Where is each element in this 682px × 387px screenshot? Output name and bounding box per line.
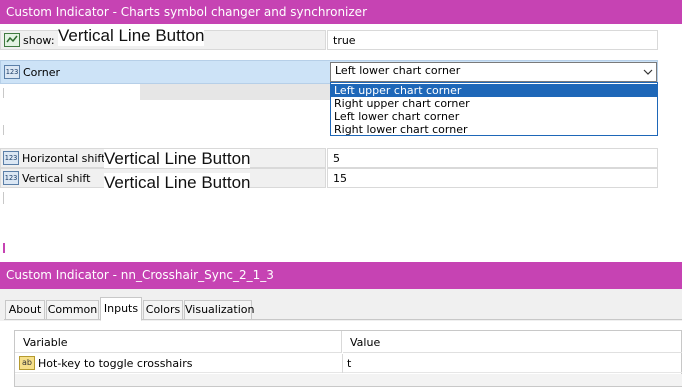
- integer-icon: 123: [4, 65, 20, 79]
- column-divider: [342, 354, 343, 373]
- corner-select-value: Left lower chart corner: [335, 64, 461, 77]
- dropdown-option[interactable]: Left lower chart corner: [331, 110, 657, 123]
- overlay-caption: Vertical Line Button: [58, 26, 205, 46]
- tab-colors[interactable]: Colors: [143, 300, 183, 320]
- accent-marker: [3, 243, 5, 253]
- window-title-bar[interactable]: Custom Indicator - Charts symbol changer…: [0, 0, 682, 24]
- row-value[interactable]: t: [347, 357, 351, 370]
- overlay-caption: Vertical Line Button: [104, 149, 251, 169]
- column-header-value[interactable]: [343, 331, 682, 353]
- dropdown-option[interactable]: Right lower chart corner: [331, 123, 657, 136]
- integer-icon: 123: [3, 171, 19, 185]
- overlay-caption: Vertical Line Button: [104, 173, 251, 193]
- row-variable: Hot-key to toggle crosshairs: [38, 357, 193, 370]
- tab-common[interactable]: Common: [46, 300, 99, 320]
- corner-dropdown-list[interactable]: Left upper chart corner Right upper char…: [330, 82, 658, 136]
- property-value-text: true: [333, 34, 356, 47]
- window-title: Custom Indicator - Charts symbol changer…: [6, 5, 367, 19]
- grid-line: [3, 88, 4, 98]
- property-value-text: 5: [333, 152, 340, 165]
- chevron-down-icon[interactable]: [642, 66, 654, 78]
- column-header-label: Variable: [23, 336, 68, 349]
- corner-select[interactable]: Left lower chart corner: [330, 62, 657, 82]
- property-label: Vertical shift: [22, 172, 91, 185]
- grid-line: [3, 125, 4, 135]
- window-title-bar[interactable]: Custom Indicator - nn_Crosshair_Sync_2_1…: [0, 262, 682, 289]
- integer-icon: 123: [3, 151, 19, 165]
- tab-about[interactable]: About: [5, 300, 45, 320]
- grid-line: [3, 192, 4, 204]
- property-value-hshift[interactable]: [327, 148, 658, 168]
- property-value-text: 15: [333, 172, 347, 185]
- property-value-show[interactable]: [327, 30, 658, 50]
- tab-visualization[interactable]: Visualization: [184, 300, 254, 320]
- scrollbar[interactable]: [15, 374, 682, 386]
- property-label: show:: [23, 34, 55, 47]
- property-label: Corner: [23, 66, 61, 79]
- boolean-icon: [4, 33, 20, 47]
- string-icon: ab: [19, 356, 35, 370]
- column-header-label: Value: [350, 336, 381, 349]
- dropdown-option[interactable]: Right upper chart corner: [331, 97, 657, 110]
- property-label: Horizontal shift: [22, 152, 106, 165]
- tab-inputs[interactable]: Inputs: [100, 297, 142, 321]
- property-value-vshift[interactable]: [327, 168, 658, 188]
- window-title: Custom Indicator - nn_Crosshair_Sync_2_1…: [6, 268, 274, 282]
- dropdown-option[interactable]: Left upper chart corner: [331, 84, 657, 97]
